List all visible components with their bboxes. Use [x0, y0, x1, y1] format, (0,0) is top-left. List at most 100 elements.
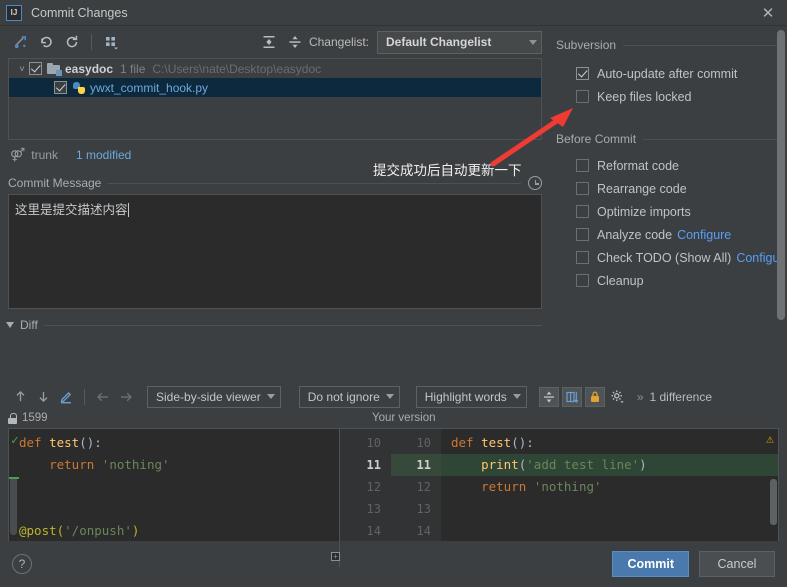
options-scrollbar-thumb[interactable]: [777, 30, 785, 320]
tree-row-file[interactable]: ywxt_commit_hook.py: [9, 78, 541, 97]
analyze-code-checkbox[interactable]: [576, 228, 589, 241]
annotation-text: 提交成功后自动更新一下: [373, 159, 522, 179]
chevron-down-icon[interactable]: ˅: [15, 64, 29, 74]
option-keep-files-locked[interactable]: Keep files locked: [550, 85, 787, 108]
group-by-icon[interactable]: [99, 30, 123, 54]
tree-folder-filecount: 1 file: [120, 62, 145, 76]
option-label: Check TODO (Show All): [597, 251, 731, 265]
rollback-icon[interactable]: [34, 30, 58, 54]
commit-button[interactable]: Commit: [612, 551, 689, 577]
line-number: 10: [339, 432, 391, 454]
code-line: def test():: [441, 432, 778, 454]
arrow-up-icon[interactable]: [10, 387, 30, 407]
clock-history-icon[interactable]: [528, 176, 542, 190]
code-line: [9, 476, 339, 498]
insertion-marker: [9, 477, 19, 479]
code-line: [9, 498, 339, 520]
collapse-all-icon[interactable]: [283, 30, 307, 54]
folder-checkbox[interactable]: [29, 62, 42, 75]
pencil-icon[interactable]: [56, 387, 76, 407]
code-line: [441, 498, 778, 520]
expand-all-icon[interactable]: [257, 30, 281, 54]
title-bar: IJ Commit Changes ✕: [0, 0, 787, 26]
keep-files-locked-checkbox[interactable]: [576, 90, 589, 103]
whitespace-icon[interactable]: [562, 387, 582, 407]
line-number: 13: [391, 498, 441, 520]
header-rule: [623, 45, 777, 46]
help-button[interactable]: ?: [12, 554, 32, 574]
chevron-double-right-icon[interactable]: »: [637, 390, 644, 404]
right-editor-scrollbar-thumb[interactable]: [770, 479, 777, 525]
line-number: 11: [339, 454, 391, 476]
chevron-down-icon: [529, 40, 537, 45]
chevron-down-icon[interactable]: [6, 322, 14, 328]
option-cleanup[interactable]: Cleanup: [550, 269, 787, 292]
inspection-ok-icon: ✓: [11, 433, 19, 448]
python-file-icon: [72, 81, 86, 95]
code-line-added: print('add test line'): [441, 454, 778, 476]
close-icon[interactable]: ✕: [755, 2, 781, 24]
diff-toolbar-wrap: Side-by-side viewer Do not ignore Highli…: [0, 381, 787, 568]
ignore-mode-combobox[interactable]: Do not ignore: [299, 386, 400, 408]
option-optimize-imports[interactable]: Optimize imports: [550, 200, 787, 223]
check-todo-configure-link[interactable]: Configu: [736, 251, 779, 265]
option-check-todo[interactable]: Check TODO (Show All) Configu: [550, 246, 787, 269]
line-number: 12: [391, 476, 441, 498]
text-caret: [128, 203, 129, 217]
tree-row-folder[interactable]: ˅ easydoc 1 file C:\Users\nate\Desktop\e…: [9, 59, 541, 78]
commit-changes-dialog: IJ Commit Changes ✕: [0, 0, 787, 587]
collapse-fold-icon[interactable]: +: [331, 552, 340, 561]
commit-message-input[interactable]: 这里是提交描述内容: [8, 194, 542, 309]
option-reformat-code[interactable]: Reformat code: [550, 154, 787, 177]
code-line: [441, 520, 778, 542]
modified-count-link[interactable]: 1 modified: [76, 148, 131, 162]
code-line: return 'nothing': [9, 454, 339, 476]
left-editor-scrollbar-thumb[interactable]: [10, 477, 17, 535]
changelist-combobox[interactable]: Default Changelist: [377, 31, 542, 54]
ignore-mode-value: Do not ignore: [308, 390, 380, 404]
line-number: 14: [391, 520, 441, 542]
subversion-group-header: Subversion: [556, 38, 777, 52]
tree-folder-name: easydoc: [65, 62, 113, 76]
option-label: Optimize imports: [597, 205, 691, 219]
changes-toolbar: Changelist: Default Changelist: [0, 26, 550, 58]
analyze-code-configure-link[interactable]: Configure: [677, 228, 731, 242]
option-auto-update-after-commit[interactable]: Auto-update after commit: [550, 62, 787, 85]
check-todo-checkbox[interactable]: [576, 251, 589, 264]
option-label: Keep files locked: [597, 90, 692, 104]
cancel-button[interactable]: Cancel: [699, 551, 775, 577]
right-version-title: Your version: [372, 412, 436, 424]
cleanup-checkbox[interactable]: [576, 274, 589, 287]
collapse-unchanged-icon[interactable]: [539, 387, 559, 407]
refresh-changes-icon[interactable]: [8, 30, 32, 54]
options-pane: Subversion Auto-update after commit Keep…: [550, 26, 787, 356]
auto-update-checkbox[interactable]: [576, 67, 589, 80]
file-checkbox[interactable]: [54, 81, 67, 94]
diff-divider: [339, 429, 340, 567]
optimize-imports-checkbox[interactable]: [576, 205, 589, 218]
arrow-left-icon[interactable]: [93, 387, 113, 407]
highlight-mode-value: Highlight words: [425, 390, 507, 404]
line-number: 13: [339, 498, 391, 520]
highlight-mode-combobox[interactable]: Highlight words: [416, 386, 527, 408]
option-label: Auto-update after commit: [597, 67, 737, 81]
revert-icon[interactable]: [60, 30, 84, 54]
warning-icon: ⚠: [766, 432, 774, 447]
line-number: 10: [391, 432, 441, 454]
option-rearrange-code[interactable]: Rearrange code: [550, 177, 787, 200]
viewer-mode-combobox[interactable]: Side-by-side viewer: [147, 386, 281, 408]
option-analyze-code[interactable]: Analyze code Configure: [550, 223, 787, 246]
changes-tree[interactable]: ˅ easydoc 1 file C:\Users\nate\Desktop\e…: [8, 58, 542, 140]
option-label: Rearrange code: [597, 182, 687, 196]
line-number: 14: [339, 520, 391, 542]
diff-sub-header: 1599 Your version: [0, 409, 787, 427]
gear-icon[interactable]: [608, 387, 628, 407]
reformat-code-checkbox[interactable]: [576, 159, 589, 172]
arrow-right-icon[interactable]: [116, 387, 136, 407]
arrow-down-icon[interactable]: [33, 387, 53, 407]
window-title: Commit Changes: [31, 6, 128, 20]
changelist-value: Default Changelist: [386, 35, 491, 49]
lock-icon[interactable]: [585, 387, 605, 407]
rearrange-code-checkbox[interactable]: [576, 182, 589, 195]
chevron-down-icon: [513, 394, 521, 399]
